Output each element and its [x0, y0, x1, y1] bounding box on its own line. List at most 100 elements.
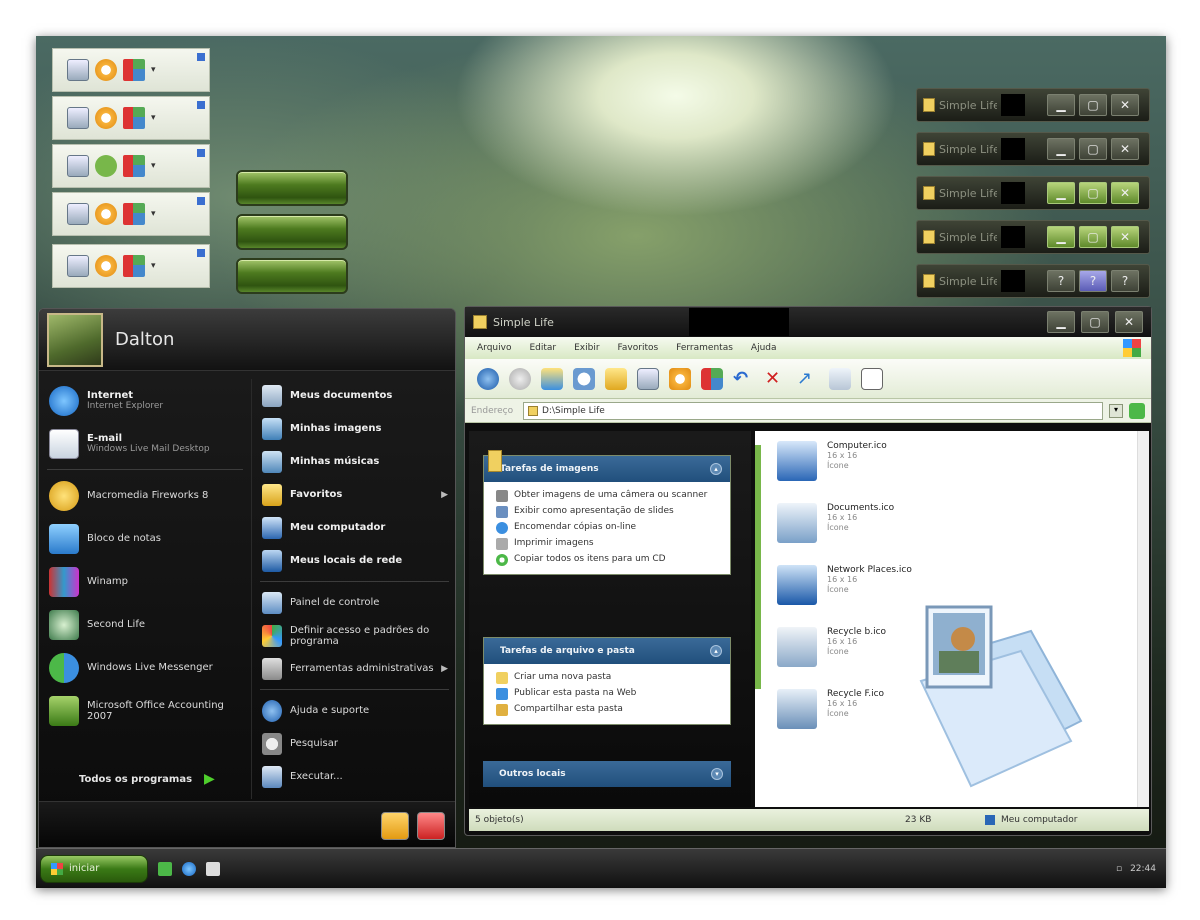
undo-icon[interactable]: ↶ [733, 368, 755, 390]
start-button[interactable]: iniciar [40, 854, 148, 883]
go-button[interactable] [1129, 402, 1145, 419]
minimize-button[interactable]: ▁ [1047, 94, 1075, 116]
menu-file[interactable]: Arquivo [477, 343, 511, 353]
search-icon[interactable] [573, 367, 595, 390]
task-link[interactable]: Copiar todos os itens para um CD [484, 552, 730, 568]
maximize-button[interactable]: ▢ [1079, 226, 1107, 248]
delete-icon[interactable]: ✕ [765, 368, 787, 390]
start-link-help[interactable]: Ajuda e suporte [252, 694, 452, 727]
maximize-button[interactable]: ▢ [1079, 182, 1107, 204]
start-link-my-pictures[interactable]: Minhas imagens [252, 412, 452, 445]
pinned-item-internet[interactable]: Internet Internet Explorer [39, 379, 251, 422]
logoff-button[interactable] [381, 812, 409, 840]
menu-favorites[interactable]: Favoritos [618, 343, 659, 353]
recent-item[interactable]: Macromedia Fireworks 8 [39, 474, 251, 517]
recent-item[interactable]: Bloco de notas [39, 517, 251, 560]
task-link[interactable]: Imprimir imagens [484, 536, 730, 552]
menu-tools[interactable]: Ferramentas [676, 343, 733, 353]
maximize-button[interactable]: ▢ [1079, 138, 1107, 160]
shutdown-button[interactable] [417, 812, 445, 840]
caret-down-icon[interactable]: ▾ [151, 65, 156, 75]
sun-icon[interactable] [669, 367, 691, 390]
maximize-button[interactable]: ▢ [1081, 311, 1109, 333]
explorer-titlebar[interactable]: Simple Life ▁ ▢ ✕ [465, 307, 1151, 337]
start-link-admin-tools[interactable]: Ferramentas administrativas ▶ [252, 652, 452, 685]
sun-icon[interactable] [95, 59, 117, 81]
menu-help[interactable]: Ajuda [751, 343, 777, 353]
start-link-my-computer[interactable]: Meu computador [252, 511, 452, 544]
task-panel-header[interactable]: Tarefas de arquivo e pasta ▴ [484, 638, 730, 664]
minimize-button[interactable]: ▁ [1047, 138, 1075, 160]
task-link[interactable]: Exibir como apresentação de slides [484, 504, 730, 520]
sun-icon[interactable] [95, 255, 117, 277]
sun-icon[interactable] [95, 155, 117, 177]
vertical-scrollbar[interactable] [1137, 431, 1149, 807]
start-link-network[interactable]: Meus locais de rede [252, 544, 452, 577]
tray-icon[interactable]: ▫ [1116, 864, 1122, 874]
all-programs-button[interactable]: Todos os programas ▶ [79, 771, 215, 787]
start-link-control-panel[interactable]: Painel de controle [252, 586, 452, 619]
task-panel-header[interactable]: Tarefas de imagens ▴ [484, 450, 730, 482]
start-link-program-access[interactable]: Definir acesso e padrões do programa [252, 619, 452, 652]
caret-down-icon[interactable]: ▾ [151, 161, 156, 171]
caret-down-icon[interactable]: ▾ [151, 261, 156, 271]
caret-down-icon[interactable]: ▾ [151, 209, 156, 219]
caret-down-icon[interactable]: ▾ [151, 113, 156, 123]
views-icon[interactable] [701, 367, 723, 390]
close-button[interactable]: ✕ [1111, 226, 1139, 248]
document-icon[interactable] [67, 107, 89, 129]
menu-edit[interactable]: Editar [529, 343, 556, 353]
menu-view[interactable]: Exibir [574, 343, 599, 353]
recent-item[interactable]: Windows Live Messenger [39, 646, 251, 689]
list-item[interactable]: Recycle b.ico 16 x 16 Ícone [777, 627, 886, 667]
task-panel-header[interactable]: Outros locais ▾ [483, 761, 731, 787]
recent-item[interactable]: Winamp [39, 560, 251, 603]
address-dropdown[interactable]: ▾ [1109, 403, 1123, 418]
close-button[interactable]: ✕ [1111, 182, 1139, 204]
help-button[interactable]: ? [1079, 270, 1107, 292]
folders-icon[interactable] [605, 367, 627, 390]
forward-icon[interactable] [509, 367, 531, 390]
task-link[interactable]: Encomendar cópias on-line [484, 520, 730, 536]
start-link-search[interactable]: Pesquisar [252, 727, 452, 760]
list-item[interactable]: Documents.ico 16 x 16 Ícone [777, 503, 894, 543]
minimize-button[interactable]: ▁ [1047, 226, 1075, 248]
recent-item[interactable]: Second Life [39, 603, 251, 646]
back-icon[interactable] [477, 367, 499, 390]
minimize-button[interactable]: ▁ [1047, 311, 1075, 333]
address-input[interactable]: D:\Simple Life [523, 401, 1103, 420]
sun-icon[interactable] [95, 203, 117, 225]
document-icon[interactable] [67, 203, 89, 225]
start-link-my-music[interactable]: Minhas músicas [252, 445, 452, 478]
start-link-favorites[interactable]: Favoritos ▶ [252, 478, 452, 511]
task-link[interactable]: Obter imagens de uma câmera ou scanner [484, 488, 730, 504]
document-icon[interactable] [67, 155, 89, 177]
pinned-item-email[interactable]: E-mail Windows Live Mail Desktop [39, 422, 251, 465]
task-link[interactable]: Compartilhar esta pasta [484, 702, 730, 718]
copy-icon[interactable] [829, 367, 851, 390]
quicklaunch-ie-icon[interactable] [182, 861, 196, 876]
close-button[interactable]: ✕ [1115, 311, 1143, 333]
list-item[interactable]: Recycle F.ico 16 x 16 Ícone [777, 689, 884, 729]
quicklaunch-mail-icon[interactable] [206, 861, 220, 876]
views-icon[interactable] [123, 155, 145, 177]
clock[interactable]: 22:44 [1130, 864, 1156, 874]
document-icon[interactable] [67, 255, 89, 277]
properties-icon[interactable] [861, 367, 883, 390]
close-button[interactable]: ✕ [1111, 94, 1139, 116]
document-icon[interactable] [637, 367, 659, 390]
maximize-button[interactable]: ▢ [1079, 94, 1107, 116]
views-icon[interactable] [123, 255, 145, 277]
document-icon[interactable] [67, 59, 89, 81]
minimize-button[interactable]: ▁ [1047, 182, 1075, 204]
help-button[interactable]: ? [1111, 270, 1139, 292]
expand-icon[interactable]: ▾ [711, 768, 723, 780]
task-link[interactable]: Publicar esta pasta na Web [484, 686, 730, 702]
help-button[interactable]: ? [1047, 270, 1075, 292]
task-link[interactable]: Criar uma nova pasta [484, 670, 730, 686]
recent-item[interactable]: Microsoft Office Accounting 2007 [39, 689, 251, 732]
close-button[interactable]: ✕ [1111, 138, 1139, 160]
views-icon[interactable] [123, 59, 145, 81]
collapse-icon[interactable]: ▴ [710, 645, 722, 657]
collapse-icon[interactable]: ▴ [710, 463, 722, 475]
